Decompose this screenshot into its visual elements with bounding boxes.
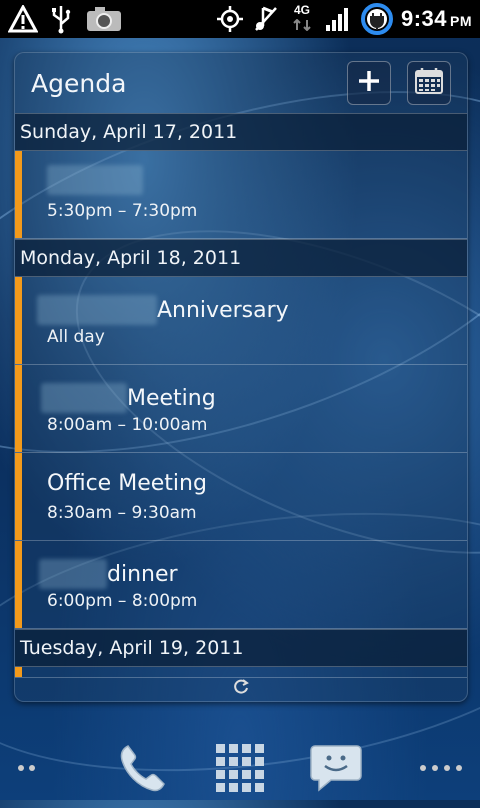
messaging-icon[interactable] [306, 738, 366, 798]
event-title [47, 165, 143, 195]
agenda-widget: Agenda Sunday, April 17, 2011 5:30pm – 7… [14, 52, 468, 702]
event-item[interactable]: dinner 6:00pm – 8:00pm [15, 541, 467, 629]
mute-icon [251, 4, 281, 34]
event-time: All day [47, 327, 105, 347]
event-color-bar [15, 667, 22, 677]
event-item[interactable]: Anniversary All day [15, 277, 467, 365]
redacted-text [41, 383, 127, 413]
event-item[interactable]: Meeting 8:00am – 10:00am [15, 365, 467, 453]
signal-icon [323, 4, 353, 34]
plus-icon [357, 69, 381, 97]
calendar-icon [415, 68, 443, 98]
widget-title: Agenda [31, 69, 127, 98]
event-color-bar [15, 277, 22, 364]
right-dots-icon[interactable] [416, 758, 466, 778]
event-color-bar [15, 453, 22, 540]
event-title: Meeting [41, 383, 216, 413]
event-color-bar [15, 365, 22, 452]
date-header: Monday, April 18, 2011 [15, 239, 467, 277]
4g-icon: 4G [287, 4, 317, 34]
redacted-text [47, 165, 143, 195]
event-item[interactable]: 5:30pm – 7:30pm [15, 151, 467, 239]
event-time: 8:30am – 9:30am [47, 503, 197, 523]
camera-icon [84, 4, 124, 34]
event-title: dinner [39, 559, 178, 589]
status-bar: 4G 9:34 PM [0, 0, 480, 38]
app-drawer-icon[interactable] [212, 740, 268, 796]
left-dots-icon[interactable] [10, 758, 46, 778]
open-calendar-button[interactable] [407, 61, 451, 105]
date-header: Sunday, April 17, 2011 [15, 113, 467, 151]
event-color-bar [15, 541, 22, 628]
refresh-button[interactable] [15, 677, 467, 701]
event-time: 5:30pm – 7:30pm [47, 201, 198, 221]
event-title: Anniversary [37, 295, 289, 325]
event-color-bar [15, 151, 22, 238]
redacted-text [39, 559, 107, 589]
home-dock [0, 710, 480, 800]
phone-icon[interactable] [112, 738, 172, 798]
warning-icon [8, 4, 38, 34]
date-header: Tuesday, April 19, 2011 [15, 629, 467, 667]
event-item[interactable]: Office Meeting 8:30am – 9:30am [15, 453, 467, 541]
add-event-button[interactable] [347, 61, 391, 105]
event-time: 8:00am – 10:00am [47, 415, 208, 435]
gps-icon [215, 4, 245, 34]
clock: 9:34 PM [400, 6, 472, 31]
widget-header: Agenda [15, 53, 467, 113]
event-title: Office Meeting [47, 471, 207, 496]
battery-charging-icon [359, 3, 395, 35]
refresh-icon [232, 678, 250, 700]
usb-icon [46, 4, 76, 34]
event-time: 6:00pm – 8:00pm [47, 591, 198, 611]
network-type: 4G [293, 2, 310, 17]
redacted-text [37, 295, 157, 325]
